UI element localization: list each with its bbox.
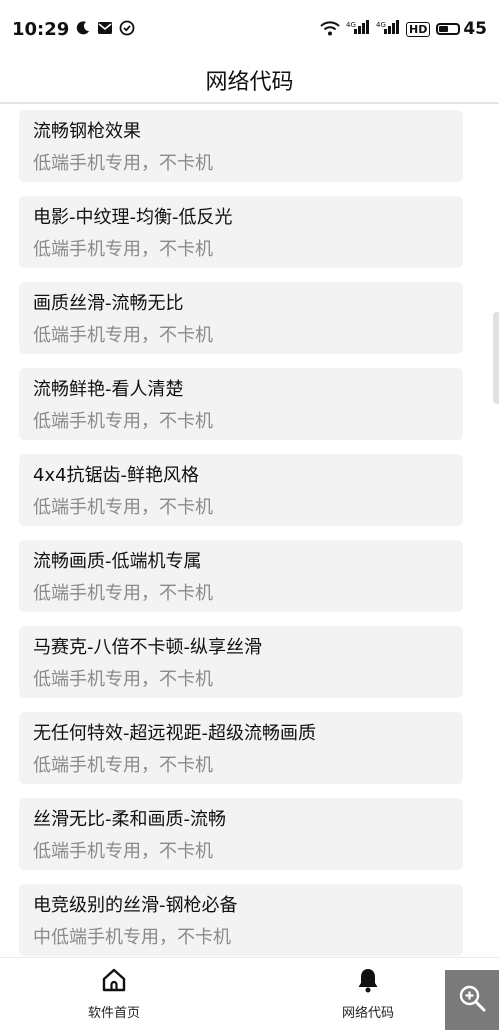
- svg-text:4G: 4G: [376, 21, 386, 29]
- signal-icon: 4G: [346, 19, 370, 39]
- item-subtitle: 低端手机专用，不卡机: [33, 411, 213, 432]
- item-subtitle: 低端手机专用，不卡机: [33, 153, 213, 174]
- status-right: 4G 4G HD 45: [320, 19, 487, 39]
- svg-text:4G: 4G: [346, 21, 356, 29]
- list-item[interactable]: 丝滑无比-柔和画质-流畅 低端手机专用，不卡机: [19, 798, 463, 870]
- mail-icon: [97, 21, 113, 38]
- list-item[interactable]: 画质丝滑-流畅无比 低端手机专用，不卡机: [19, 282, 463, 354]
- status-time: 10:29: [12, 18, 70, 40]
- item-title: 丝滑无比-柔和画质-流畅: [33, 809, 226, 830]
- item-subtitle: 低端手机专用，不卡机: [33, 669, 213, 690]
- check-circle-icon: [119, 20, 135, 39]
- item-subtitle: 低端手机专用，不卡机: [33, 239, 213, 260]
- item-subtitle: 低端手机专用，不卡机: [33, 497, 213, 518]
- battery-icon: 45: [436, 19, 487, 39]
- item-title: 流畅画质-低端机专属: [33, 551, 202, 572]
- tab-network-code-label: 网络代码: [341, 1006, 394, 1021]
- list-item[interactable]: 马赛克-八倍不卡顿-纵享丝滑 低端手机专用，不卡机: [19, 626, 463, 698]
- battery-level: 45: [463, 19, 487, 39]
- item-title: 4x4抗锯齿-鲜艳风格: [33, 465, 200, 486]
- list-item[interactable]: 无任何特效-超远视距-超级流畅画质 低端手机专用，不卡机: [19, 712, 463, 784]
- tab-home[interactable]: 软件首页: [54, 966, 174, 1021]
- edge-scroll-handle[interactable]: [493, 312, 499, 404]
- item-title: 电竞级别的丝滑-钢枪必备: [33, 895, 238, 916]
- battery-fill: [439, 26, 449, 32]
- home-icon: [54, 966, 174, 998]
- item-title: 无任何特效-超远视距-超级流畅画质: [33, 723, 316, 744]
- code-list[interactable]: 流畅钢枪效果 低端手机专用，不卡机 电影-中纹理-均衡-低反光 低端手机专用，不…: [0, 104, 499, 957]
- battery-body: [436, 23, 461, 35]
- zoom-in-icon: [457, 983, 487, 1017]
- bottom-tab-bar: 软件首页 网络代码: [0, 957, 499, 1031]
- tab-home-label: 软件首页: [87, 1006, 140, 1021]
- list-item[interactable]: 电竞级别的丝滑-钢枪必备 中低端手机专用，不卡机: [19, 884, 463, 956]
- item-subtitle: 低端手机专用，不卡机: [33, 583, 213, 604]
- zoom-button[interactable]: [445, 970, 499, 1030]
- item-title: 流畅钢枪效果: [33, 121, 141, 142]
- list-item[interactable]: 流畅鲜艳-看人清楚 低端手机专用，不卡机: [19, 368, 463, 440]
- item-title: 马赛克-八倍不卡顿-纵享丝滑: [33, 637, 262, 658]
- page-title: 网络代码: [205, 70, 294, 95]
- tab-network-code[interactable]: 网络代码: [308, 966, 428, 1021]
- status-bar: 10:29 4G 4G HD 45: [0, 0, 499, 58]
- list-item[interactable]: 流畅画质-低端机专属 低端手机专用，不卡机: [19, 540, 463, 612]
- bell-icon: [308, 966, 428, 998]
- item-subtitle: 低端手机专用，不卡机: [33, 325, 213, 346]
- list-item[interactable]: 电影-中纹理-均衡-低反光 低端手机专用，不卡机: [19, 196, 463, 268]
- item-title: 画质丝滑-流畅无比: [33, 293, 184, 314]
- wifi-icon: [320, 20, 340, 39]
- item-subtitle: 中低端手机专用，不卡机: [33, 927, 231, 948]
- moon-icon: [75, 20, 91, 39]
- list-item[interactable]: 4x4抗锯齿-鲜艳风格 低端手机专用，不卡机: [19, 454, 463, 526]
- hd-icon: HD: [405, 21, 431, 37]
- item-title: 电影-中纹理-均衡-低反光: [33, 207, 233, 228]
- item-subtitle: 低端手机专用，不卡机: [33, 755, 213, 776]
- item-title: 流畅鲜艳-看人清楚: [33, 379, 184, 400]
- item-subtitle: 低端手机专用，不卡机: [33, 841, 213, 862]
- signal-icon: 4G: [376, 19, 400, 39]
- title-bar: 网络代码: [0, 58, 499, 104]
- list-item[interactable]: 流畅钢枪效果 低端手机专用，不卡机: [19, 110, 463, 182]
- status-left: 10:29: [12, 19, 135, 40]
